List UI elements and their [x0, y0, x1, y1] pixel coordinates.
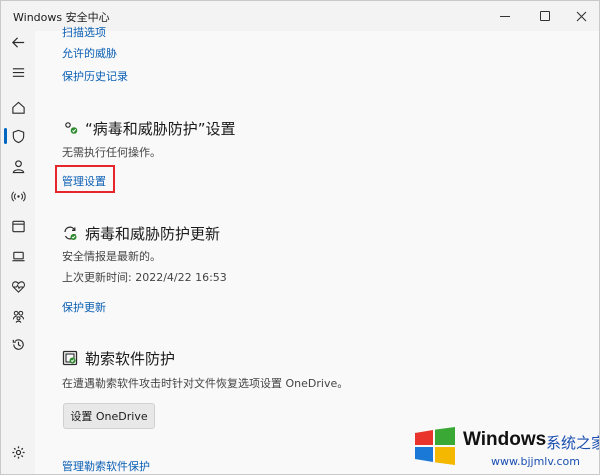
setup-onedrive-button[interactable]: 设置 OneDrive	[63, 403, 155, 429]
family-icon	[12, 310, 24, 323]
sidebar-item-device-security[interactable]	[7, 245, 29, 267]
ransomware-description: 在遭遇勒索软件攻击时针对文件恢复选项设置 OneDrive。	[62, 377, 349, 390]
watermark-url: www.bjjmlv.com	[491, 455, 580, 468]
sidebar	[1, 31, 35, 474]
protection-updates-link[interactable]: 保护更新	[62, 299, 106, 315]
minimize-button[interactable]	[485, 1, 525, 31]
sidebar-item-account[interactable]	[7, 155, 29, 177]
protection-history-link[interactable]: 保护历史记录	[62, 68, 128, 84]
gear-icon	[11, 445, 25, 459]
sidebar-item-protection-history[interactable]	[7, 333, 29, 355]
settings-gears-icon	[62, 119, 80, 137]
menu-button[interactable]	[7, 61, 29, 83]
last-update-text: 上次更新时间: 2022/4/22 16:53	[62, 271, 227, 284]
updates-section-title: 病毒和威胁防护更新	[85, 225, 221, 243]
ransomware-section-title: 勒索软件防护	[85, 350, 176, 368]
watermark: Windows 系统之家 www.bjjmlv.com	[411, 421, 599, 474]
window-title: Windows 安全中心	[13, 11, 110, 24]
sidebar-item-device-health[interactable]	[7, 275, 29, 297]
wireless-signal-icon	[10, 190, 26, 202]
shield-icon	[12, 129, 24, 143]
updates-status-text: 安全情报是最新的。	[62, 250, 161, 263]
sidebar-item-virus-protection[interactable]	[7, 125, 29, 147]
back-arrow-icon	[11, 36, 24, 48]
heart-pulse-icon	[11, 280, 25, 293]
sidebar-item-firewall[interactable]	[7, 185, 29, 207]
settings-status-text: 无需执行任何操作。	[62, 146, 161, 159]
windows-logo-icon	[415, 427, 455, 465]
allowed-threats-link[interactable]: 允许的威胁	[62, 45, 117, 61]
sidebar-item-app-browser[interactable]	[7, 215, 29, 237]
manage-ransomware-link[interactable]: 管理勒索软件保护	[62, 458, 150, 474]
sidebar-item-settings[interactable]	[7, 441, 29, 463]
sidebar-item-family-options[interactable]	[7, 305, 29, 327]
minimize-icon	[500, 15, 510, 17]
maximize-icon	[540, 11, 550, 21]
laptop-icon	[11, 251, 25, 261]
windows-security-window: Windows 安全中心 扫描选项 允许的威胁 保护历史记录 “病毒和威胁防护”…	[0, 0, 600, 475]
settings-section-title: “病毒和威胁防护”设置	[85, 120, 236, 138]
history-icon	[12, 338, 24, 350]
person-icon	[12, 159, 24, 173]
main-content: 扫描选项 允许的威胁 保护历史记录 “病毒和威胁防护”设置 无需执行任何操作。 …	[35, 26, 599, 474]
maximize-button[interactable]	[525, 1, 565, 31]
home-icon	[11, 101, 25, 114]
hamburger-menu-icon	[12, 67, 24, 77]
sidebar-item-home[interactable]	[7, 96, 29, 118]
browser-window-icon	[11, 220, 25, 232]
watermark-brand-cn: 系统之家	[546, 434, 599, 452]
manage-settings-link[interactable]: 管理设置	[62, 173, 106, 189]
scan-options-link[interactable]: 扫描选项	[62, 24, 106, 40]
watermark-brand: Windows	[463, 429, 547, 450]
back-button[interactable]	[7, 31, 29, 53]
close-icon	[576, 11, 586, 21]
ransomware-folder-icon	[61, 349, 79, 367]
update-sync-icon	[61, 224, 79, 242]
close-button[interactable]	[561, 1, 599, 31]
